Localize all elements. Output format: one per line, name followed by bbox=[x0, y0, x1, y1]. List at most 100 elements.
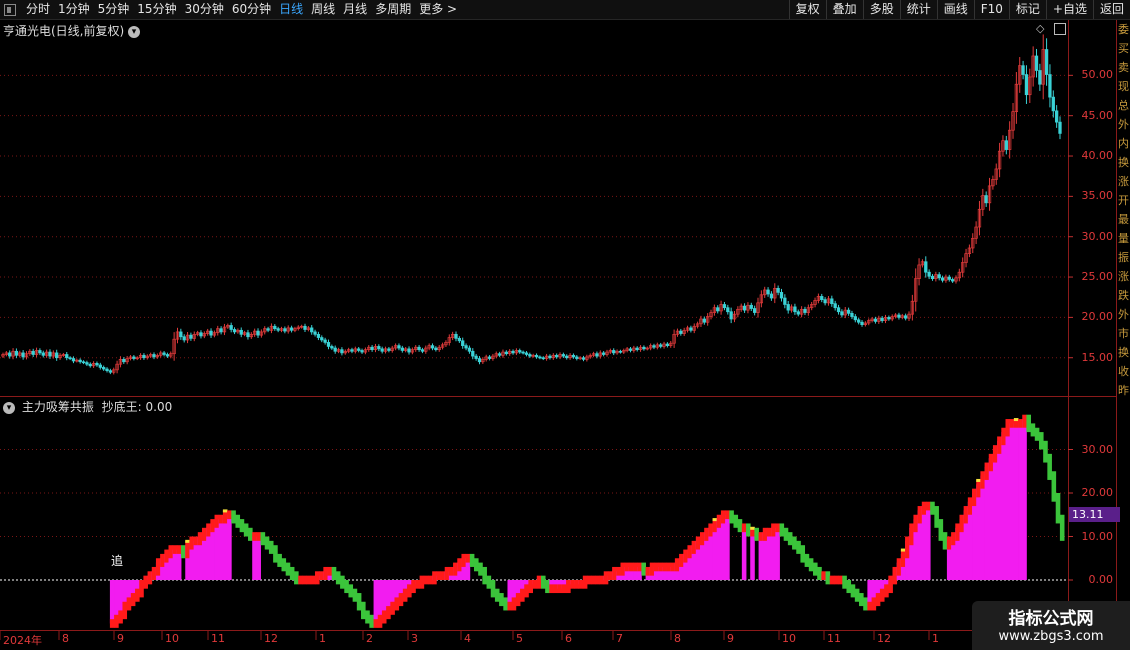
candle-body bbox=[21, 352, 25, 358]
date-label: 11 bbox=[211, 632, 225, 645]
candle-body bbox=[534, 354, 539, 358]
candle-body bbox=[783, 297, 787, 305]
rise-bar bbox=[118, 610, 123, 624]
rise-bar bbox=[720, 510, 726, 524]
fall-bar bbox=[260, 532, 266, 546]
rise-bar bbox=[683, 549, 688, 563]
fall-bar bbox=[846, 580, 852, 594]
rise-bar bbox=[189, 536, 195, 550]
rise-bar bbox=[762, 527, 768, 541]
candle-body bbox=[350, 349, 354, 352]
rise-bar bbox=[398, 593, 404, 607]
quote-field-label: 最 bbox=[1118, 213, 1129, 226]
candle-body bbox=[256, 330, 260, 336]
rise-bar bbox=[607, 571, 613, 580]
chase-marker: 追 bbox=[111, 554, 124, 568]
candle-body bbox=[316, 333, 321, 338]
candle-body bbox=[836, 307, 841, 313]
candle-body bbox=[81, 361, 86, 364]
rise-bar bbox=[160, 553, 165, 567]
quote-side-strip: 委买卖现总外内换涨开最量振涨跌外市换收昨 bbox=[1117, 20, 1130, 650]
candle-body bbox=[387, 348, 391, 351]
candle-body bbox=[464, 345, 468, 349]
candle-body bbox=[752, 308, 757, 313]
rise-bar bbox=[913, 514, 919, 533]
accumulation-bar bbox=[1013, 423, 1019, 580]
candle-body bbox=[887, 317, 891, 320]
fall-bar bbox=[804, 553, 810, 567]
rise-bar bbox=[1009, 419, 1015, 428]
candle-body bbox=[219, 328, 223, 333]
signal-bar bbox=[750, 526, 755, 530]
rise-bar bbox=[649, 562, 655, 576]
candle-body bbox=[749, 304, 753, 309]
quote-field-label: 买 bbox=[1118, 42, 1129, 55]
candle-body bbox=[461, 340, 465, 346]
fall-bar bbox=[800, 545, 806, 563]
quote-field-label: 涨 bbox=[1118, 270, 1129, 283]
rise-bar bbox=[415, 580, 420, 589]
rise-bar bbox=[679, 553, 684, 567]
candle-body bbox=[229, 325, 233, 330]
candle-body bbox=[239, 329, 243, 335]
candle-body bbox=[924, 261, 928, 273]
quote-field-label: 振 bbox=[1118, 251, 1129, 264]
accumulation-bar bbox=[381, 580, 387, 615]
rise-bar bbox=[984, 462, 990, 480]
rise-bar bbox=[252, 532, 257, 541]
accumulation-bar bbox=[214, 519, 220, 580]
rise-bar bbox=[566, 580, 571, 594]
date-label: 10 bbox=[165, 632, 179, 645]
fall-bar bbox=[482, 566, 487, 585]
rise-bar bbox=[386, 606, 391, 620]
rise-bar bbox=[963, 506, 969, 524]
candle-body bbox=[1038, 70, 1042, 85]
rise-bar bbox=[1001, 427, 1006, 446]
date-label: 9 bbox=[117, 632, 124, 645]
candle-body bbox=[766, 289, 770, 295]
price-tick-label: 25.00 bbox=[1081, 270, 1114, 284]
candle-body bbox=[940, 277, 945, 281]
rise-bar bbox=[603, 571, 609, 585]
accumulation-bar bbox=[720, 514, 726, 580]
rise-bar bbox=[377, 614, 383, 628]
date-label: 8 bbox=[62, 632, 69, 645]
fall-bar bbox=[248, 527, 253, 541]
signal-bar bbox=[900, 548, 906, 552]
rise-bar bbox=[402, 588, 408, 602]
accumulation-bar bbox=[1022, 419, 1027, 580]
fall-bar bbox=[340, 575, 345, 589]
rise-bar bbox=[637, 562, 642, 572]
fall-bar bbox=[842, 575, 847, 589]
rise-bar bbox=[507, 601, 513, 611]
rise-bar bbox=[168, 545, 174, 559]
rise-bar bbox=[833, 575, 839, 585]
rise-bar bbox=[976, 479, 981, 498]
candle-body bbox=[48, 351, 52, 357]
current-value-tag: 13.11 bbox=[1069, 507, 1120, 522]
fall-bar bbox=[817, 566, 822, 580]
fall-bar bbox=[268, 540, 274, 554]
candle-body bbox=[199, 332, 203, 337]
candle-body bbox=[276, 328, 280, 331]
rise-bar bbox=[164, 549, 169, 563]
rise-bar bbox=[394, 597, 400, 611]
candle-body bbox=[88, 363, 92, 367]
candle-body bbox=[548, 355, 552, 359]
rise-bar bbox=[871, 597, 877, 611]
rise-bar bbox=[185, 540, 190, 559]
fall-bar bbox=[1026, 414, 1032, 433]
rise-bar bbox=[461, 553, 467, 567]
accumulation-bar bbox=[775, 527, 780, 580]
candle-body bbox=[618, 350, 623, 353]
candle-body bbox=[528, 354, 532, 357]
rise-bar bbox=[867, 601, 872, 611]
quote-field-label: 收 bbox=[1118, 365, 1129, 378]
candle-body bbox=[857, 319, 861, 323]
candle-body bbox=[571, 354, 576, 358]
candle-body bbox=[38, 350, 42, 354]
candle-body bbox=[8, 352, 12, 357]
rise-bar bbox=[821, 571, 826, 580]
rise-bar bbox=[829, 575, 835, 585]
candle-body bbox=[880, 317, 884, 321]
